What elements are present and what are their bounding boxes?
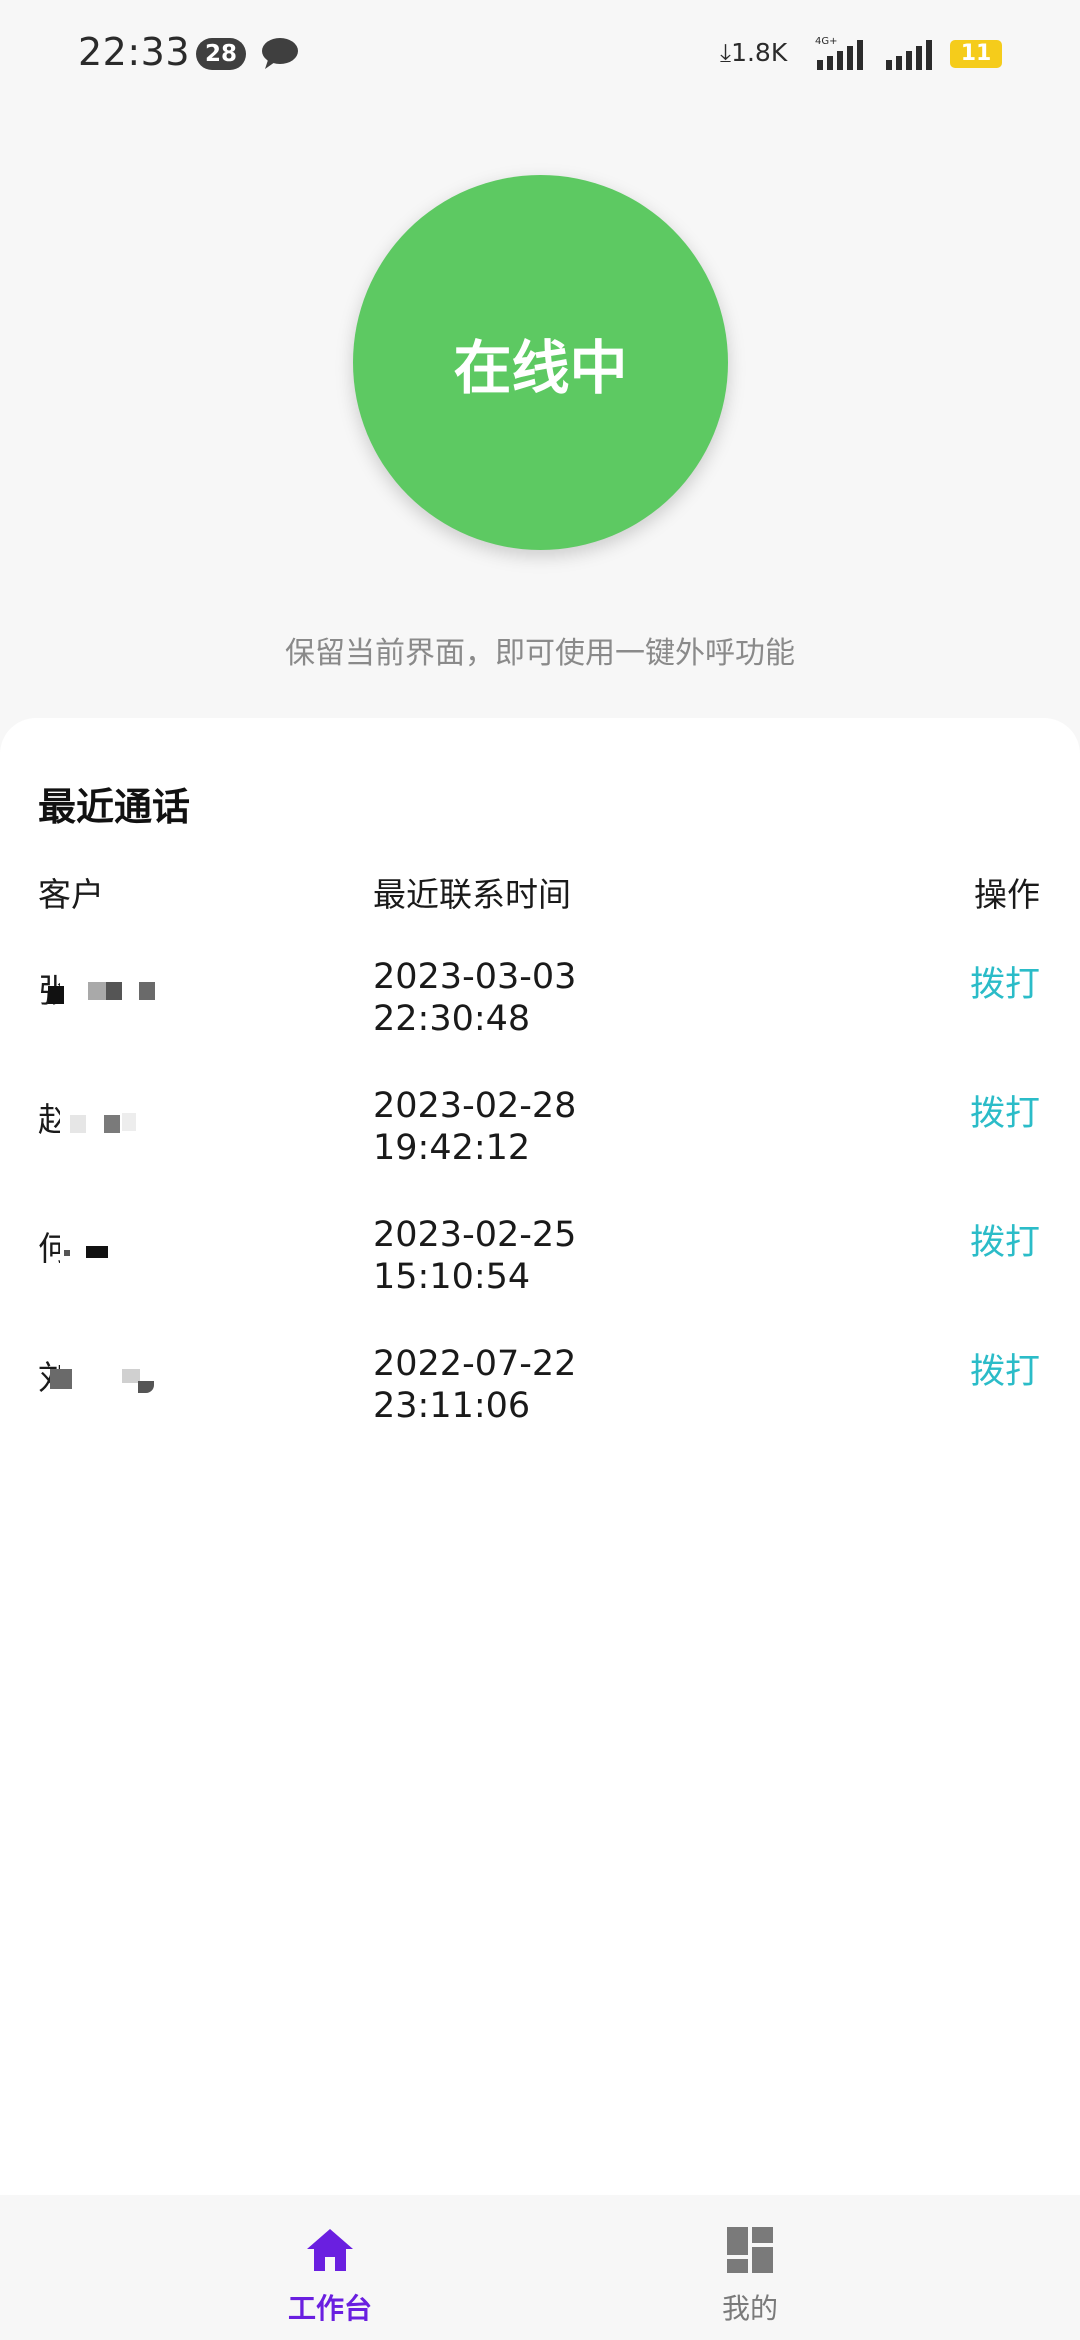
blurred-name-mosaic bbox=[106, 982, 122, 1000]
blurred-name-mosaic bbox=[88, 982, 106, 1000]
call-row: 何 2023-02-25 15:10:54 拨打 bbox=[0, 1214, 1080, 1314]
signal-4g-icon: 4G+ bbox=[815, 36, 863, 70]
status-bar: 22:33 28 ⤓1.8K 4G+ 11 bbox=[0, 0, 1080, 110]
call-time: 2023-03-03 22:30:48 bbox=[373, 956, 576, 1040]
blurred-name-mosaic bbox=[122, 1113, 136, 1131]
customer-name: 何 bbox=[38, 1222, 178, 1272]
customer-name: 刘 bbox=[38, 1351, 178, 1401]
chat-bubble-icon bbox=[262, 38, 298, 69]
blurred-name-mosaic bbox=[86, 1246, 108, 1258]
nav-workbench-label: 工作台 bbox=[287, 2292, 372, 2325]
call-row: 刘 2022-07-22 23:11:06 拨打 bbox=[0, 1343, 1080, 1443]
dial-button[interactable]: 拨打 bbox=[970, 1214, 1040, 1265]
call-date: 2023-02-28 bbox=[373, 1086, 577, 1126]
call-clock: 23:11:06 bbox=[373, 1386, 531, 1426]
download-arrow-icon: ⤓ bbox=[720, 38, 732, 67]
call-time: 2023-02-25 15:10:54 bbox=[373, 1214, 576, 1298]
call-row: 赵 2023-02-28 19:42:12 拨打 bbox=[0, 1085, 1080, 1185]
call-clock: 22:30:48 bbox=[373, 999, 531, 1039]
dial-button[interactable]: 拨打 bbox=[970, 1085, 1040, 1136]
call-time: 2023-02-28 19:42:12 bbox=[373, 1085, 576, 1169]
blurred-name-mosaic bbox=[48, 986, 64, 1004]
hint-text: 保留当前界面，即可使用一键外呼功能 bbox=[285, 636, 795, 671]
bottom-navigation: 工作台 我的 bbox=[0, 2195, 1080, 2340]
signal-sim2-icon bbox=[886, 40, 932, 70]
svg-text:4G+: 4G+ bbox=[815, 36, 838, 47]
customer-name: 张 bbox=[38, 964, 178, 1014]
call-date: 2022-07-22 bbox=[373, 1344, 577, 1384]
call-row: 张 2023-03-03 22:30:48 拨打 bbox=[0, 956, 1080, 1056]
notification-count-badge: 28 bbox=[196, 38, 246, 70]
column-header-action: 操作 bbox=[974, 875, 1040, 914]
recent-calls-title: 最近通话 bbox=[38, 785, 191, 829]
call-clock: 15:10:54 bbox=[373, 1257, 531, 1297]
battery-icon: 11 bbox=[950, 40, 1002, 68]
online-status-label: 在线中 bbox=[453, 333, 628, 402]
blurred-name-mosaic bbox=[139, 982, 155, 1000]
customer-name-initial: 赵 bbox=[38, 1100, 60, 1139]
blurred-name-mosaic bbox=[138, 1381, 154, 1393]
blurred-name-mosaic bbox=[50, 1369, 72, 1389]
call-date: 2023-03-03 bbox=[373, 957, 577, 997]
battery-level: 11 bbox=[960, 41, 992, 66]
home-icon bbox=[307, 2229, 353, 2271]
customer-name-initial: 何 bbox=[38, 1229, 60, 1268]
blurred-name-mosaic bbox=[64, 1250, 70, 1256]
dial-button[interactable]: 拨打 bbox=[970, 956, 1040, 1007]
nav-mine[interactable]: 我的 bbox=[600, 2195, 900, 2340]
dashboard-icon bbox=[727, 2227, 773, 2273]
call-date: 2023-02-25 bbox=[373, 1215, 577, 1255]
nav-mine-label: 我的 bbox=[721, 2292, 778, 2325]
column-header-customer: 客户 bbox=[38, 875, 104, 914]
online-status-button[interactable]: 在线中 bbox=[353, 175, 728, 550]
customer-name: 赵 bbox=[38, 1093, 178, 1143]
network-speed: ⤓1.8K bbox=[720, 38, 787, 68]
nav-workbench[interactable]: 工作台 bbox=[180, 2195, 480, 2340]
call-time: 2022-07-22 23:11:06 bbox=[373, 1343, 576, 1427]
recent-calls-card: 最近通话 客户 最近联系时间 操作 张 2023-03-03 22:30:48 … bbox=[0, 718, 1080, 2195]
call-clock: 19:42:12 bbox=[373, 1128, 531, 1168]
blurred-name-mosaic bbox=[70, 1115, 86, 1133]
dial-button[interactable]: 拨打 bbox=[970, 1343, 1040, 1394]
network-speed-value: 1.8K bbox=[731, 38, 788, 67]
blurred-name-mosaic bbox=[104, 1115, 120, 1133]
column-header-time: 最近联系时间 bbox=[373, 875, 571, 914]
screen: 22:33 28 ⤓1.8K 4G+ 11 在线中 保留当前界面，即可使用一键外… bbox=[0, 0, 1080, 2340]
status-time: 22:33 bbox=[78, 30, 191, 74]
